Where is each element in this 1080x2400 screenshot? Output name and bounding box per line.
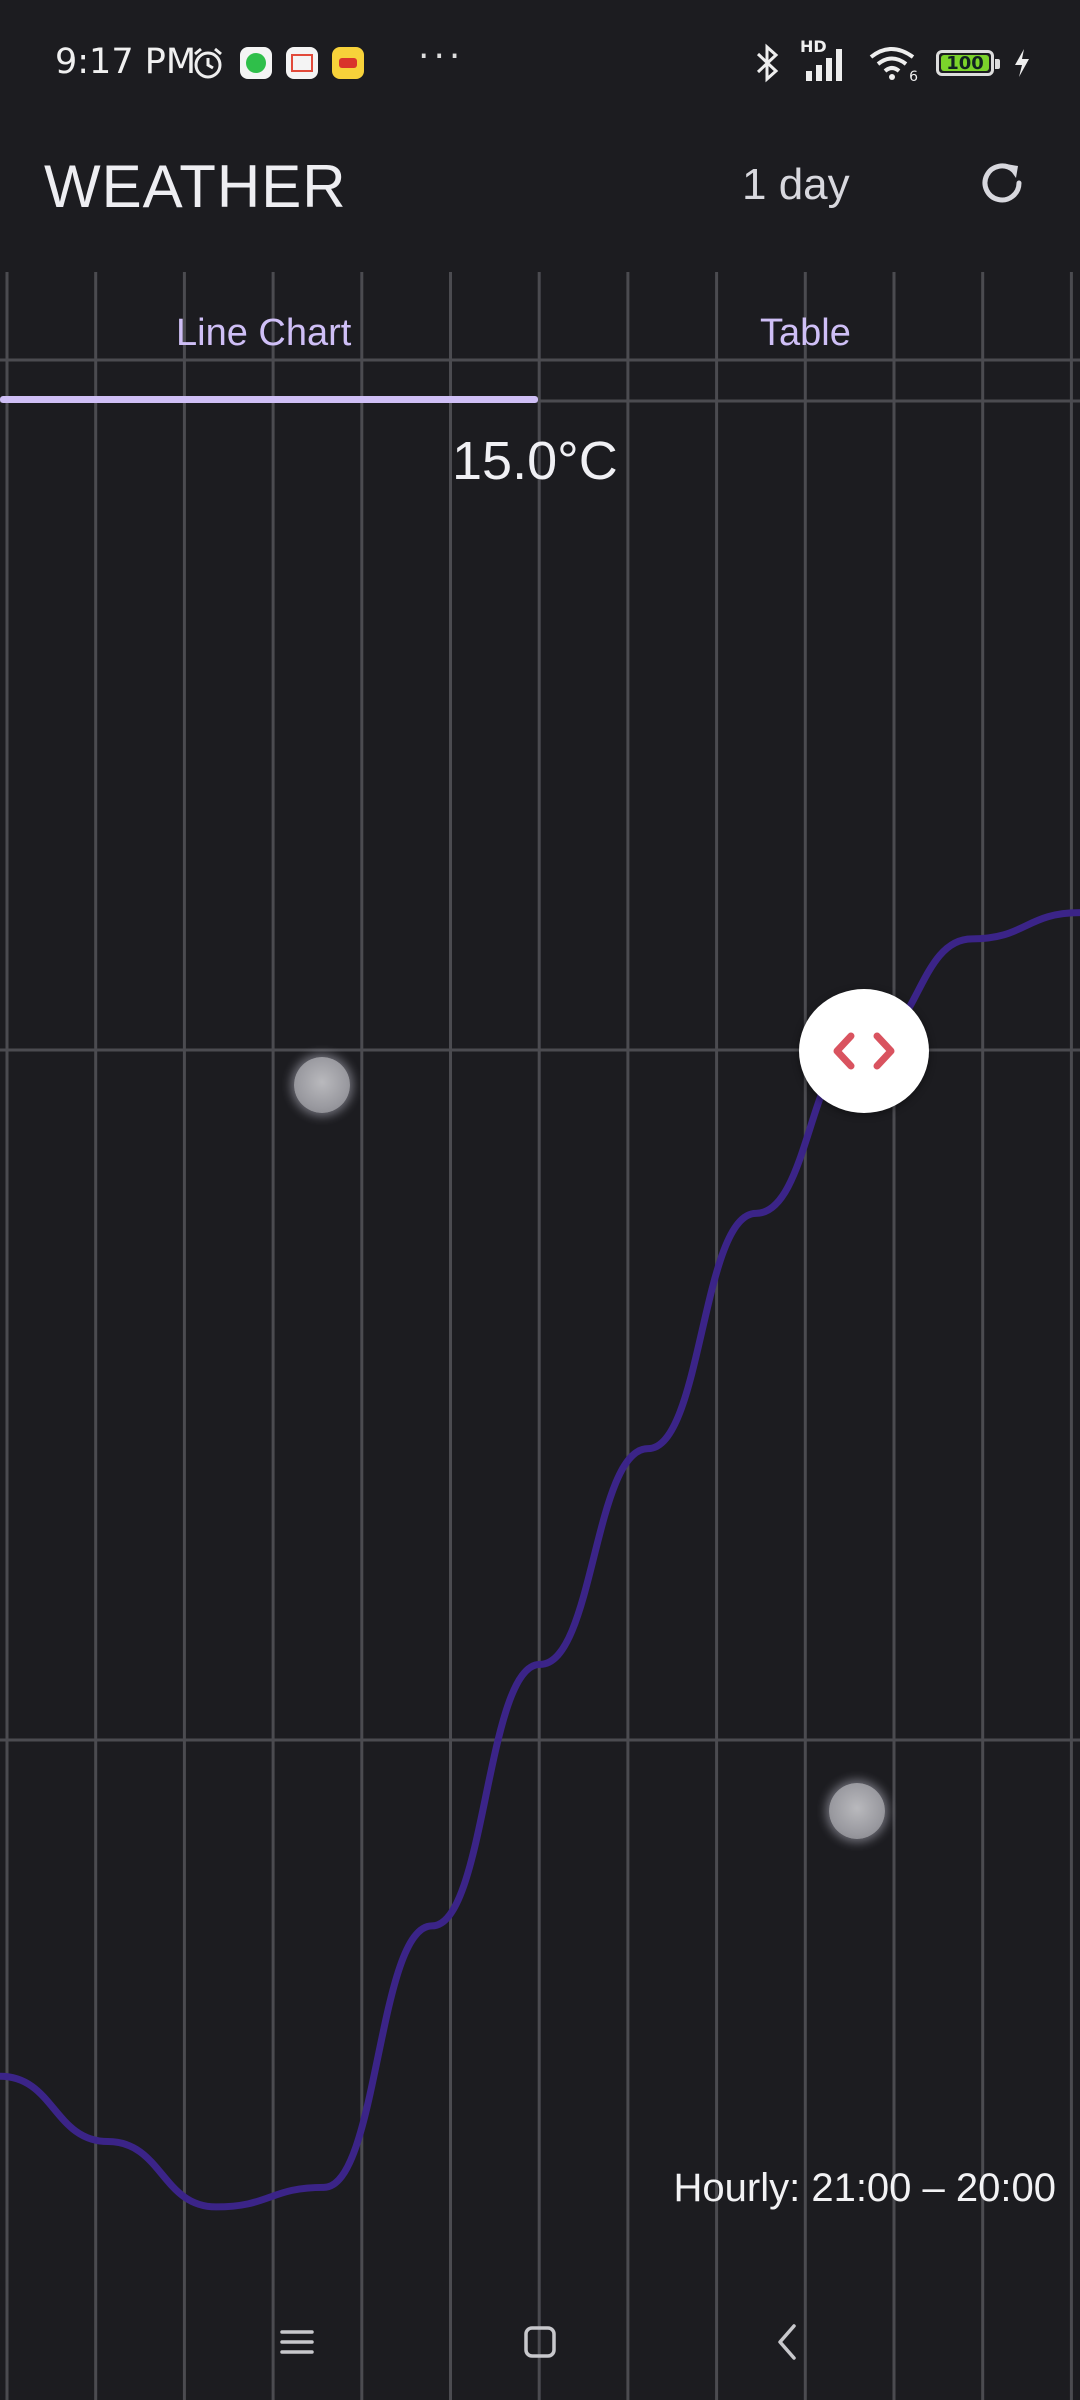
refresh-icon[interactable] [973,154,1031,212]
battery-level: 100 [941,53,989,74]
alarm-icon [194,47,222,79]
status-icons-right: HD 6 100 [752,37,1032,88]
menu-icon [280,2330,314,2354]
left-right-chevrons-icon [833,1032,895,1070]
back-icon [778,2324,796,2360]
status-bar: 9:17 PM ··· HD 6 100 [0,0,1080,124]
tab-bar: Line Chart Table [0,272,1080,404]
more-dots-icon: ··· [418,35,465,77]
yellow-app-icon [332,47,364,79]
range-selector[interactable]: 1 day [742,160,850,210]
hourly-range-label: Hourly: 21:00 – 20:00 [673,2166,1056,2210]
shop-app-icon [286,47,318,79]
chart-scroll-handle[interactable] [799,989,929,1113]
chart-point[interactable] [294,1057,350,1113]
charging-icon [1015,49,1029,77]
tab-indicator [0,396,538,403]
wifi-icon: 6 [868,43,918,85]
menu-button[interactable] [262,2307,332,2377]
green-app-icon [240,47,272,79]
home-button[interactable] [505,2307,575,2377]
temperature-readout: 15.0°C [452,431,618,491]
line-chart[interactable] [0,272,1080,2400]
bluetooth-icon [756,43,779,83]
chart-point[interactable] [829,1783,885,1839]
tab-line-chart[interactable]: Line Chart [176,312,351,355]
battery-icon: 100 [936,50,1000,76]
back-button[interactable] [752,2307,822,2377]
tab-table[interactable]: Table [760,312,851,355]
cell-signal-icon: HD [800,37,850,83]
page-title: WEATHER [44,153,347,220]
chart-grid [0,272,1080,2400]
status-time: 9:17 PM [55,42,197,82]
wifi-label: 6 [909,69,918,85]
home-icon [524,2326,556,2358]
app-header: WEATHER 1 day [0,124,1080,274]
navigation-bar [0,2285,1080,2400]
status-icons-left: ··· [190,36,464,86]
